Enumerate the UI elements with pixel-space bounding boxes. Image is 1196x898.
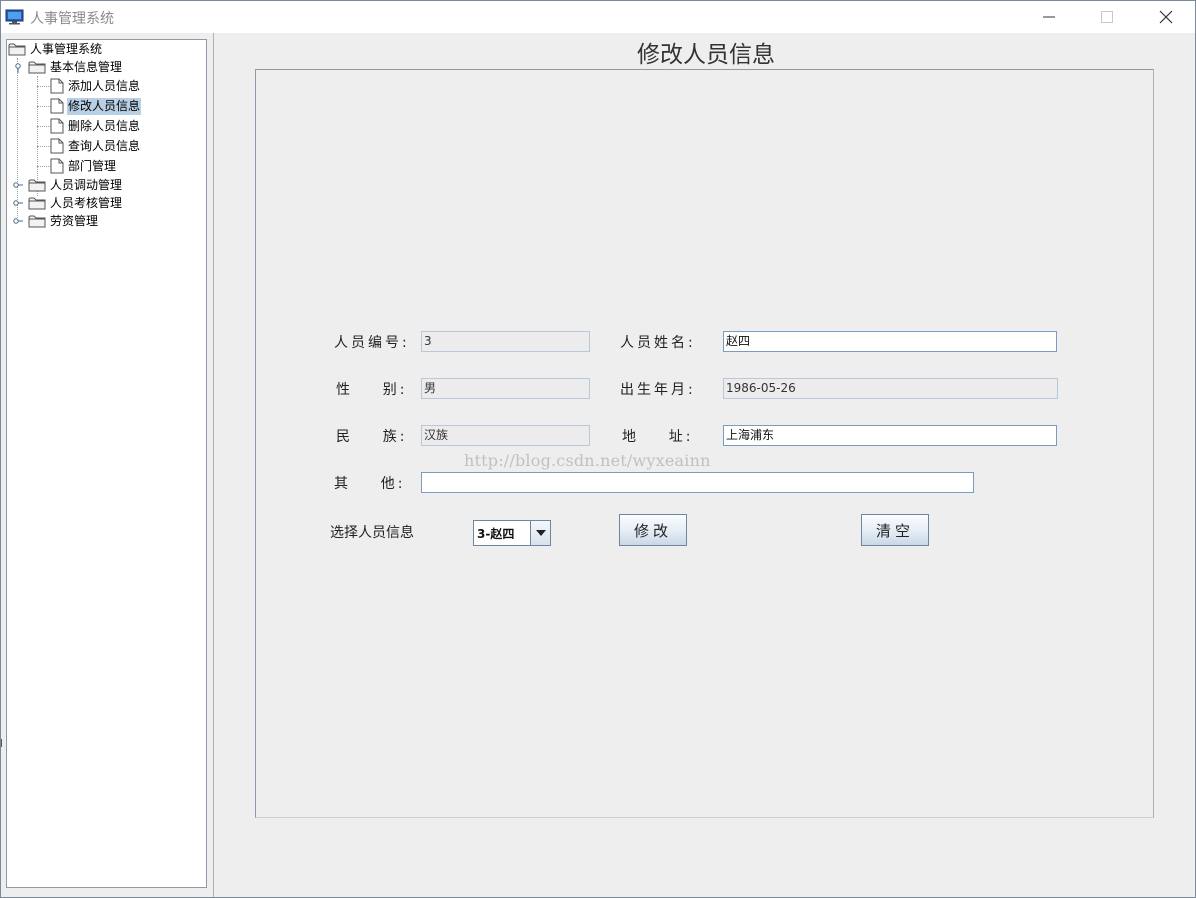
tree-item-add[interactable]: 添加人员信息 [50,77,141,95]
tree-group-payroll[interactable]: 劳资管理 [28,212,99,230]
tree-group-label: 基本信息管理 [50,59,123,74]
window-edge-mark [1,739,2,747]
page-title: 修改人员信息 [637,42,775,68]
folder-icon [28,197,46,210]
close-icon [1159,10,1173,24]
tree-item-query[interactable]: 查询人员信息 [50,137,141,155]
app-window: 人事管理系统 人事管理系统 基本信息管理 添加人员信息 修改人员信息 删除人员信… [0,0,1196,898]
folder-icon [28,215,46,228]
tree-item-modify[interactable]: 修改人员信息 [50,97,142,115]
tree-group-transfer[interactable]: 人员调动管理 [28,176,123,194]
other-field[interactable] [421,472,974,493]
employee-name-label: 人员姓名: [620,335,696,351]
tree-group-label: 人员调动管理 [50,177,123,192]
gender-field[interactable]: 男 [421,378,590,399]
split-pane-divider[interactable] [213,33,215,897]
folder-open-icon [28,61,46,74]
minimize-icon [1043,16,1055,18]
title-bar[interactable]: 人事管理系统 [1,1,1195,33]
ethnicity-label: 民 族: [336,429,408,445]
tree-root-label: 人事管理系统 [30,41,103,56]
document-icon [50,118,64,134]
tree-item-label: 部门管理 [68,158,117,173]
dropdown-button[interactable] [530,521,550,545]
tree-item-department[interactable]: 部门管理 [50,157,117,175]
tree-group-label: 劳资管理 [50,213,99,228]
gender-label: 性 别: [336,382,408,398]
close-button[interactable] [1137,1,1195,33]
modify-button[interactable]: 修改 [619,514,687,546]
birth-date-label: 出生年月: [620,382,696,398]
collapsed-handle-icon[interactable] [13,216,23,226]
tree-item-label: 添加人员信息 [68,78,141,93]
tree-item-label: 删除人员信息 [68,118,141,133]
tree-group-label: 人员考核管理 [50,195,123,210]
computer-icon [5,9,24,25]
tree-group-assessment[interactable]: 人员考核管理 [28,194,123,212]
document-icon [50,78,64,94]
document-icon [50,158,64,174]
expanded-handle-icon[interactable] [13,63,23,73]
tree-item-delete[interactable]: 删除人员信息 [50,117,141,135]
window-title: 人事管理系统 [30,11,114,27]
employee-select-value: 3-赵四 [477,527,515,541]
tree-item-label: 修改人员信息 [67,97,142,115]
ethnicity-field[interactable]: 汉族 [421,425,590,446]
navigation-tree[interactable]: 人事管理系统 基本信息管理 添加人员信息 修改人员信息 删除人员信息 查询人员信… [6,39,207,888]
collapsed-handle-icon[interactable] [13,198,23,208]
employee-name-field[interactable]: 赵四 [723,331,1057,352]
select-employee-label: 选择人员信息 [330,525,414,541]
employee-id-label: 人员编号: [334,335,410,351]
folder-open-icon [8,43,26,56]
document-icon [50,98,64,114]
document-icon [50,138,64,154]
clear-button[interactable]: 清空 [861,514,929,546]
minimize-button[interactable] [1020,1,1078,33]
address-field[interactable]: 上海浦东 [723,425,1057,446]
employee-id-field[interactable]: 3 [421,331,590,352]
other-label: 其 他: [334,476,406,492]
tree-root[interactable]: 人事管理系统 [8,40,103,58]
collapsed-handle-icon[interactable] [13,180,23,190]
maximize-button[interactable] [1078,1,1136,33]
birth-date-field[interactable]: 1986-05-26 [723,378,1058,399]
tree-item-label: 查询人员信息 [68,138,141,153]
employee-select[interactable]: 3-赵四 [473,520,551,546]
address-label: 地 址: [622,429,694,445]
watermark: http://blog.csdn.net/wyxeainn [464,451,711,470]
chevron-down-icon [535,530,546,536]
folder-icon [28,179,46,192]
maximize-icon [1101,11,1113,23]
tree-group-basic-info[interactable]: 基本信息管理 [28,58,123,76]
